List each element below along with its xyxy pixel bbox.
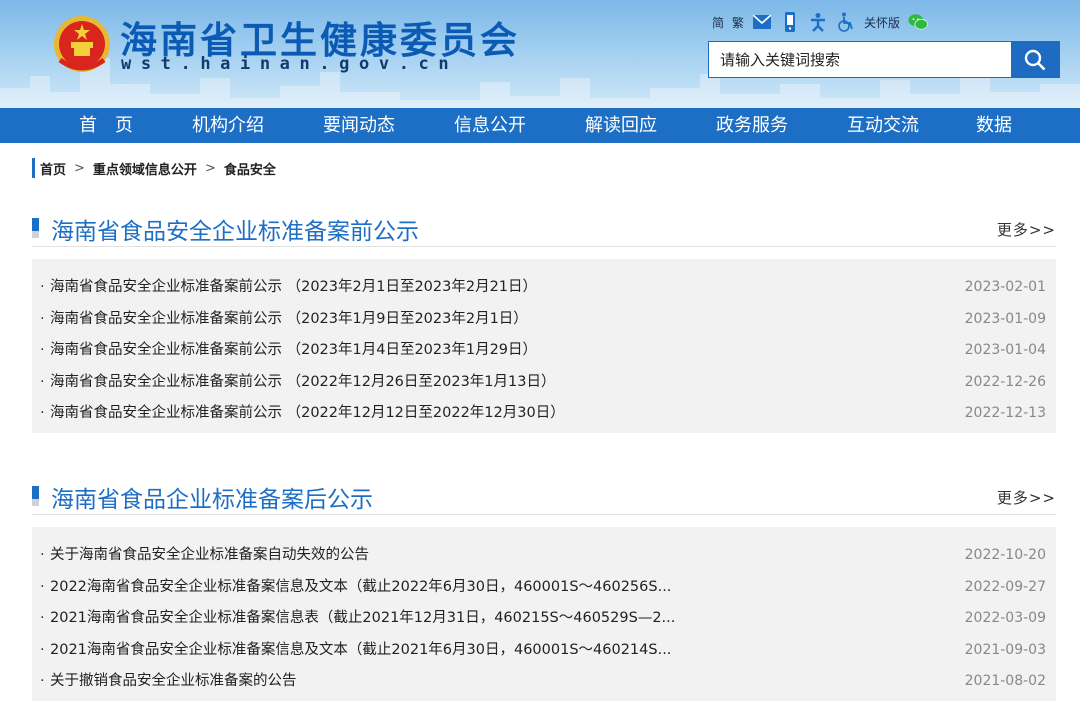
bullet-dot-icon: · (40, 578, 45, 595)
search-input[interactable] (709, 42, 1011, 77)
list-item-date: 2022-03-09 (964, 610, 1046, 626)
breadcrumb-home[interactable]: 首页 (40, 159, 66, 178)
site-url: wst.hainan.gov.cn (121, 54, 459, 74)
search-icon (1024, 49, 1046, 70)
list-item-date: 2022-10-20 (964, 547, 1046, 563)
list-item-title[interactable]: 关于撤销食品安全企业标准备案的公告 (50, 666, 730, 698)
wheelchair-icon[interactable] (836, 12, 856, 32)
more-link[interactable]: 更多>> (997, 487, 1056, 508)
section-title[interactable]: 海南省食品企业标准备案后公示 (51, 480, 373, 514)
list-item-date: 2023-01-04 (964, 342, 1046, 358)
nav-item-disclosure[interactable]: 信息公开 (454, 108, 526, 143)
list-item-date: 2022-12-13 (964, 405, 1046, 421)
list-item[interactable]: · 关于海南省食品安全企业标准备案自动失效的公告 2022-10-20 (32, 540, 1056, 572)
list-item-title[interactable]: 海南省食品安全企业标准备案前公示 （2022年12月12日至2022年12月30… (50, 398, 730, 430)
list-item-date: 2022-12-26 (964, 373, 1046, 390)
list-item-title[interactable]: 海南省食品安全企业标准备案前公示 （2023年1月9日至2023年2月1日） (50, 304, 730, 336)
mobile-icon[interactable] (780, 12, 800, 32)
list-item-date: 2022-09-27 (964, 578, 1046, 595)
list-item[interactable]: · 海南省食品安全企业标准备案前公示 （2022年12月26日至2023年1月1… (32, 367, 1056, 399)
care-version-link[interactable]: 关怀版 (864, 14, 900, 31)
simplified-chinese-link[interactable]: 简 (712, 14, 724, 31)
list-item[interactable]: · 2021海南省食品安全企业标准备案信息及文本（截止2021年6月30日，46… (32, 635, 1056, 667)
national-emblem-logo (54, 16, 110, 72)
list-item-title[interactable]: 2022海南省食品安全企业标准备案信息及文本（截止2022年6月30日，4600… (50, 572, 730, 604)
bullet-dot-icon: · (40, 547, 45, 563)
more-link[interactable]: 更多>> (997, 219, 1056, 240)
section-pre-filing-list: · 海南省食品安全企业标准备案前公示 （2023年2月1日至2023年2月21日… (32, 259, 1056, 433)
section-post-filing-list: · 关于海南省食品安全企业标准备案自动失效的公告 2022-10-20 · 20… (32, 527, 1056, 701)
header-toolbar: 简 繁 关怀版 (712, 10, 929, 34)
list-item-title[interactable]: 海南省食品安全企业标准备案前公示 （2022年12月26日至2023年1月13日… (50, 367, 730, 399)
section-marker-icon (32, 218, 39, 238)
list-item[interactable]: · 海南省食品安全企业标准备案前公示 （2023年2月1日至2023年2月21日… (32, 272, 1056, 304)
bullet-dot-icon: · (40, 342, 45, 358)
nav-item-news[interactable]: 要闻动态 (323, 108, 395, 143)
bullet-dot-icon: · (40, 610, 45, 626)
breadcrumb-key-areas[interactable]: 重点领域信息公开 (93, 159, 197, 178)
nav-item-data[interactable]: 数据 (976, 108, 1012, 143)
list-item[interactable]: · 海南省食品安全企业标准备案前公示 （2022年12月12日至2022年12月… (32, 398, 1056, 430)
accessibility-org-icon[interactable] (808, 12, 828, 32)
bullet-dot-icon: · (40, 373, 45, 390)
list-item-date: 2021-08-02 (964, 673, 1046, 689)
search-box (708, 41, 1060, 78)
list-item[interactable]: · 关于撤销食品安全企业标准备案的公告 2021-08-02 (32, 666, 1056, 698)
list-item[interactable]: · 2021海南省食品安全企业标准备案信息表（截止2021年12月31日，460… (32, 603, 1056, 635)
bullet-dot-icon: · (40, 310, 45, 327)
nav-item-about[interactable]: 机构介绍 (192, 108, 264, 143)
list-item-date: 2023-01-09 (964, 310, 1046, 327)
list-item-title[interactable]: 2021海南省食品安全企业标准备案信息及文本（截止2021年6月30日，4600… (50, 635, 730, 667)
breadcrumb-current[interactable]: 食品安全 (224, 159, 276, 178)
list-item-title[interactable]: 关于海南省食品安全企业标准备案自动失效的公告 (50, 540, 730, 572)
nav-item-home[interactable]: 首 页 (79, 108, 133, 143)
list-item-date: 2021-09-03 (964, 641, 1046, 658)
list-item-title[interactable]: 2021海南省食品安全企业标准备案信息表（截止2021年12月31日，46021… (50, 603, 730, 635)
main-nav: 首 页 机构介绍 要闻动态 信息公开 解读回应 政务服务 互动交流 数据 (0, 108, 1080, 143)
wechat-icon[interactable] (908, 12, 929, 32)
section-post-filing-header: 海南省食品企业标准备案后公示 更多>> (32, 483, 1056, 515)
list-item-title[interactable]: 海南省食品安全企业标准备案前公示 （2023年2月1日至2023年2月21日） (50, 272, 730, 304)
breadcrumb: 首页 > 重点领域信息公开 > 食品安全 (32, 158, 276, 178)
bullet-dot-icon: · (40, 279, 45, 295)
list-item[interactable]: · 海南省食品安全企业标准备案前公示 （2023年1月4日至2023年1月29日… (32, 335, 1056, 367)
mail-icon[interactable] (752, 12, 772, 32)
section-pre-filing-header: 海南省食品安全企业标准备案前公示 更多>> (32, 215, 1056, 247)
bullet-dot-icon: · (40, 405, 45, 421)
nav-item-services[interactable]: 政务服务 (716, 108, 788, 143)
site-header: 海南省卫生健康委员会 wst.hainan.gov.cn 简 繁 关怀版 (0, 0, 1080, 108)
bullet-dot-icon: · (40, 641, 45, 658)
breadcrumb-separator: > (74, 160, 85, 176)
list-item-title[interactable]: 海南省食品安全企业标准备案前公示 （2023年1月4日至2023年1月29日） (50, 335, 730, 367)
section-marker-icon (32, 486, 39, 506)
list-item-date: 2023-02-01 (964, 279, 1046, 295)
bullet-dot-icon: · (40, 673, 45, 689)
traditional-chinese-link[interactable]: 繁 (732, 14, 744, 31)
list-item[interactable]: · 海南省食品安全企业标准备案前公示 （2023年1月9日至2023年2月1日）… (32, 304, 1056, 336)
list-item[interactable]: · 2022海南省食品安全企业标准备案信息及文本（截止2022年6月30日，46… (32, 572, 1056, 604)
breadcrumb-separator: > (204, 160, 216, 176)
nav-item-interpretation[interactable]: 解读回应 (585, 108, 657, 143)
search-button[interactable] (1011, 42, 1059, 77)
section-title[interactable]: 海南省食品安全企业标准备案前公示 (51, 212, 419, 246)
nav-item-interaction[interactable]: 互动交流 (847, 108, 919, 143)
